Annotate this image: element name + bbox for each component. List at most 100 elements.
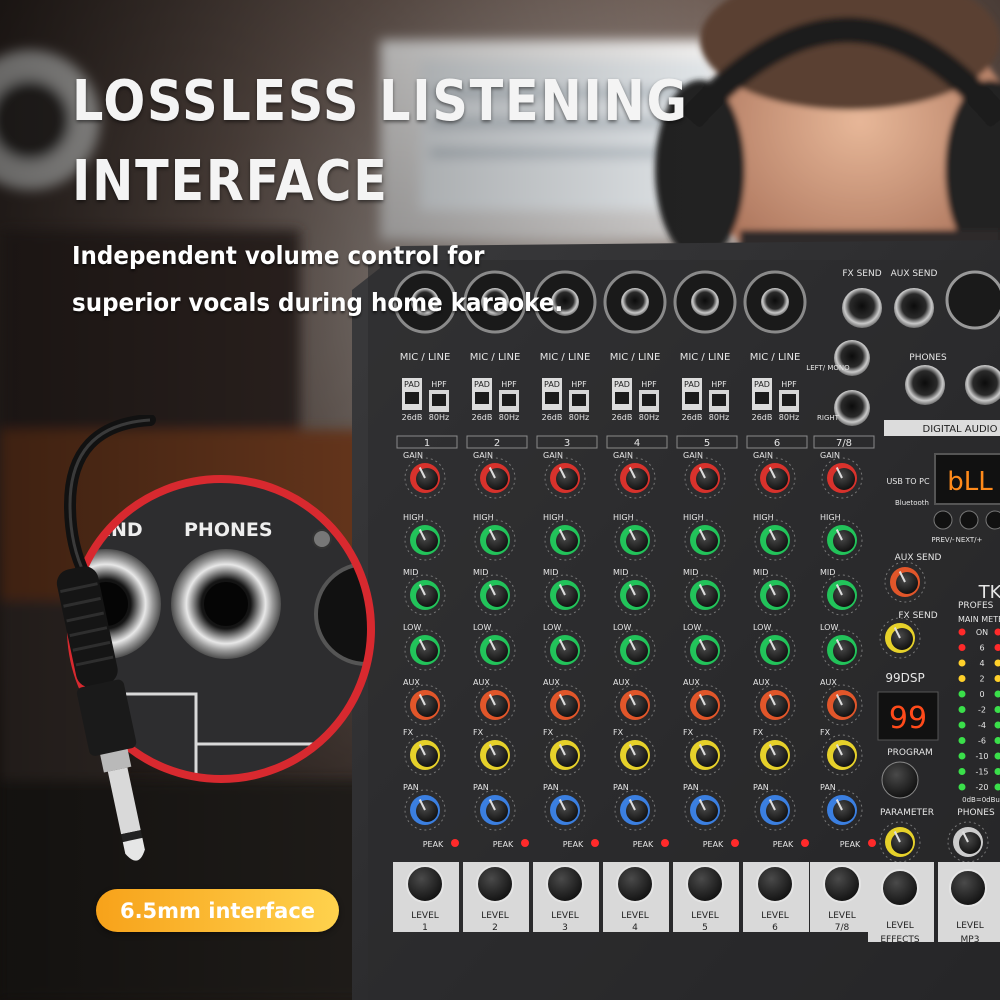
high-knob-ch4[interactable] (626, 530, 648, 552)
aux-knob-ch1[interactable] (416, 695, 438, 717)
phones-jack[interactable] (905, 365, 945, 405)
mid-knob-ch7[interactable] (833, 585, 855, 607)
meter-value: -2 (978, 706, 986, 715)
aux-knob-ch3[interactable] (556, 695, 578, 717)
program-knob[interactable] (881, 761, 919, 799)
knob-row-label: GAIN (473, 451, 493, 460)
knob-row-label: MID (753, 568, 768, 577)
gain-knob-ch7[interactable] (833, 468, 855, 490)
level-knob-ch2[interactable] (476, 865, 514, 903)
channel-number-6: 6 (774, 438, 780, 449)
low-knob-ch6[interactable] (766, 640, 788, 662)
low-knob-ch3[interactable] (556, 640, 578, 662)
pan-knob-ch6[interactable] (766, 800, 788, 822)
pad-label: PAD (474, 380, 490, 389)
level-knob-ch6[interactable] (756, 865, 794, 903)
pan-knob-ch1[interactable] (416, 800, 438, 822)
hpf-value: 80Hz (429, 413, 449, 422)
level-channel-number: 4 (632, 923, 638, 933)
high-knob-ch5[interactable] (696, 530, 718, 552)
gain-knob-ch1[interactable] (416, 468, 438, 490)
fx-knob-ch7[interactable] (833, 745, 855, 767)
fx-knob-ch1[interactable] (416, 745, 438, 767)
high-knob-ch2[interactable] (486, 530, 508, 552)
effects-label: EFFECTS (880, 935, 920, 945)
low-knob-ch1[interactable] (416, 640, 438, 662)
gain-knob-ch5[interactable] (696, 468, 718, 490)
mid-knob-ch6[interactable] (766, 585, 788, 607)
low-knob-ch4[interactable] (626, 640, 648, 662)
pan-knob-ch5[interactable] (696, 800, 718, 822)
aux-send-jack[interactable] (894, 288, 934, 328)
next-button[interactable] (959, 510, 979, 530)
gain-knob-ch2[interactable] (486, 468, 508, 490)
hpf-label: HPF (641, 380, 657, 389)
headline-line-1: LOSSLESS LISTENING (72, 69, 689, 134)
main-out-xlr[interactable] (945, 270, 1000, 330)
aux-knob-ch2[interactable] (486, 695, 508, 717)
aux-knob-ch7[interactable] (833, 695, 855, 717)
play-button[interactable] (985, 510, 1000, 530)
channel-number-4: 4 (634, 438, 640, 449)
pan-knob-ch2[interactable] (486, 800, 508, 822)
aux-knob-ch6[interactable] (766, 695, 788, 717)
fx-send-jack[interactable] (842, 288, 882, 328)
level-knob-ch3[interactable] (546, 865, 584, 903)
meter-led-left (958, 768, 966, 775)
meter-value: -4 (978, 721, 986, 730)
mid-knob-ch3[interactable] (556, 585, 578, 607)
knob-row-label: FX (683, 728, 694, 737)
high-knob-ch3[interactable] (556, 530, 578, 552)
knob-row-label: MID (820, 568, 835, 577)
aux-send-master-knob[interactable] (896, 572, 918, 594)
pan-knob-ch7[interactable] (833, 800, 855, 822)
level-knob-ch4[interactable] (616, 865, 654, 903)
high-knob-ch7[interactable] (833, 530, 855, 552)
gain-knob-ch3[interactable] (556, 468, 578, 490)
knob-row-label: AUX (403, 678, 420, 687)
hpf-label: HPF (571, 380, 587, 389)
low-knob-ch7[interactable] (833, 640, 855, 662)
high-knob-ch1[interactable] (416, 530, 438, 552)
aux-knob-ch4[interactable] (626, 695, 648, 717)
dsp-display-text: 99 (889, 701, 927, 736)
fx-knob-ch3[interactable] (556, 745, 578, 767)
mid-knob-ch2[interactable] (486, 585, 508, 607)
fx-knob-ch2[interactable] (486, 745, 508, 767)
level-channel-number: 6 (772, 923, 778, 933)
gain-knob-ch4[interactable] (626, 468, 648, 490)
gain-knob-ch6[interactable] (766, 468, 788, 490)
hpf-label: HPF (431, 380, 447, 389)
prev-button[interactable] (933, 510, 953, 530)
mid-knob-ch4[interactable] (626, 585, 648, 607)
jack-right[interactable] (834, 390, 870, 426)
subheadline-line-2: superior vocals during home karaoke. (72, 288, 564, 317)
low-knob-ch5[interactable] (696, 640, 718, 662)
mid-knob-ch5[interactable] (696, 585, 718, 607)
fx-knob-ch6[interactable] (766, 745, 788, 767)
channel-input-label: MIC / LINE (400, 352, 451, 363)
mid-knob-ch1[interactable] (416, 585, 438, 607)
mp3-label: MP3 (961, 935, 980, 945)
fx-knob-ch4[interactable] (626, 745, 648, 767)
pan-knob-ch4[interactable] (626, 800, 648, 822)
level-knob-ch5[interactable] (686, 865, 724, 903)
channel-number-7: 7/8 (836, 438, 852, 449)
effects-level-knob[interactable] (881, 869, 919, 907)
fx-send-master-knob[interactable] (891, 628, 913, 650)
knob-row-label: LOW (613, 623, 631, 632)
level-knob-ch1[interactable] (406, 865, 444, 903)
meter-led-left (958, 783, 966, 791)
parameter-knob[interactable] (891, 832, 913, 854)
aux-knob-ch5[interactable] (696, 695, 718, 717)
level-knob-ch7[interactable] (823, 865, 861, 903)
pan-knob-ch3[interactable] (556, 800, 578, 822)
knob-row-label: MID (613, 568, 628, 577)
low-knob-ch2[interactable] (486, 640, 508, 662)
peak-label: PEAK (493, 840, 514, 849)
fx-knob-ch5[interactable] (696, 745, 718, 767)
high-knob-ch6[interactable] (766, 530, 788, 552)
phones-level-knob[interactable] (959, 832, 981, 854)
level-channel-number: 5 (702, 923, 708, 933)
mp3-level-knob[interactable] (949, 869, 987, 907)
